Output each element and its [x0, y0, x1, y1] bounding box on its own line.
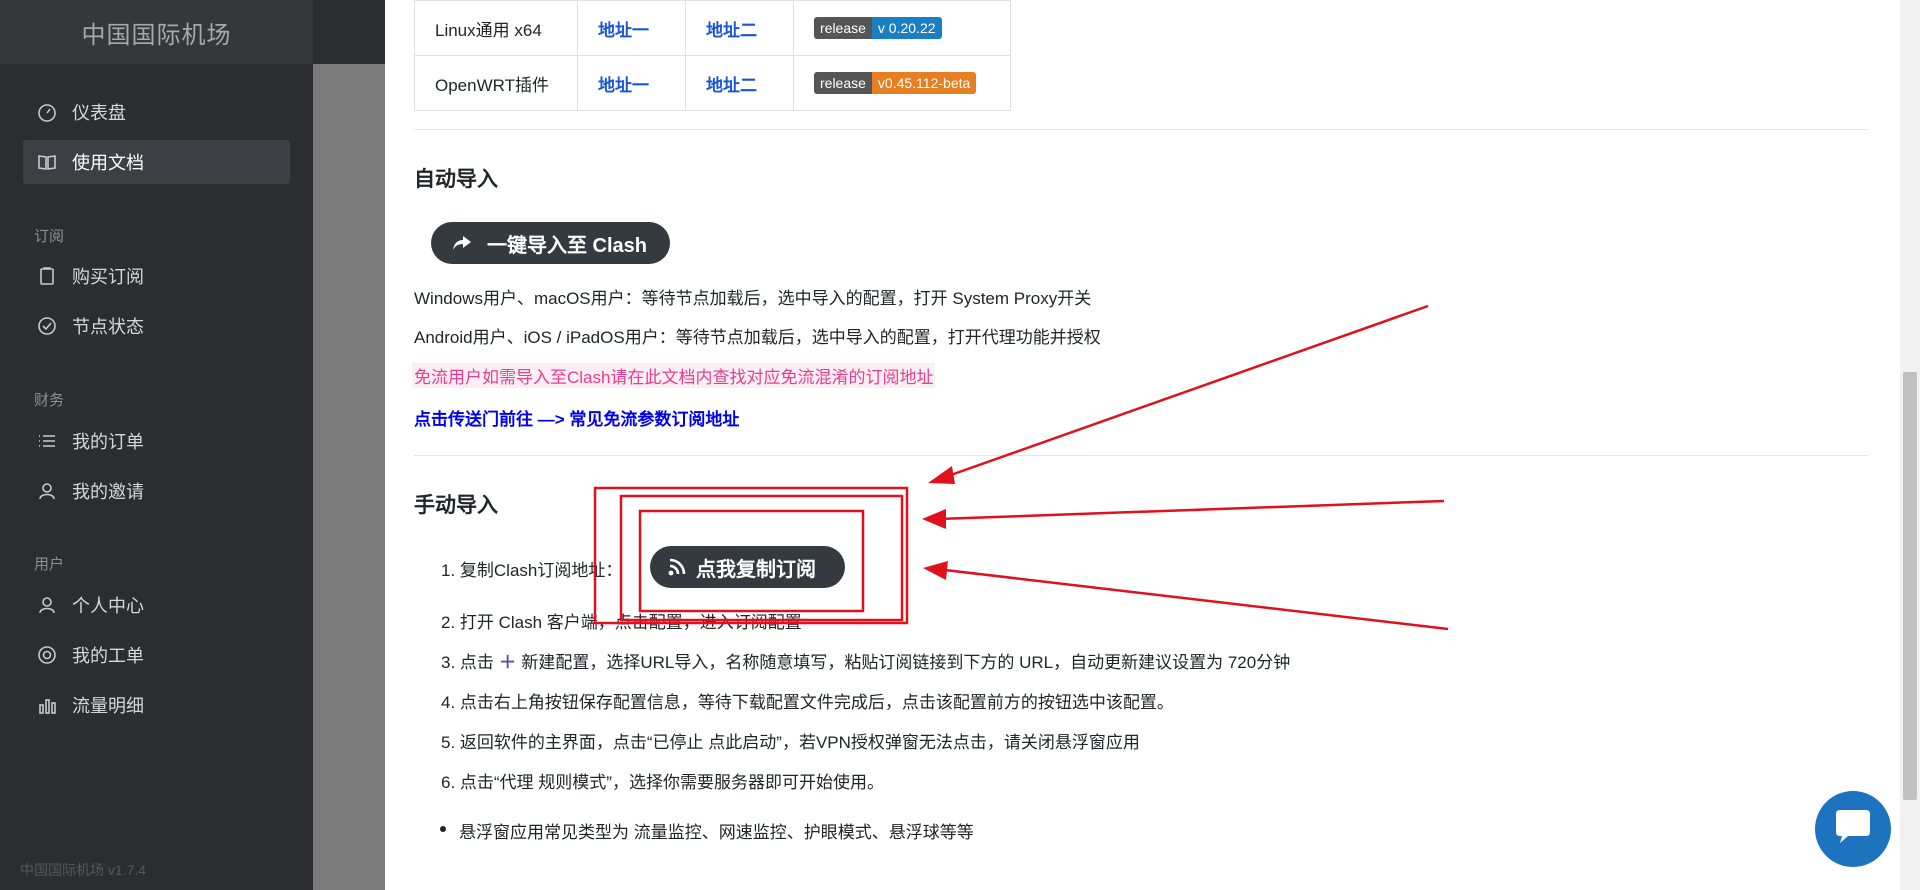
- version-text: 中国国际机场 v1.7.4: [20, 862, 147, 878]
- check-circle-icon: [36, 315, 58, 337]
- sidebar-item-label: 我的邀请: [72, 482, 144, 502]
- section-heading-subscription: 订阅: [34, 228, 65, 245]
- sidebar-item-buy-subscription[interactable]: 购买订阅: [23, 254, 290, 298]
- sidebar-item-label: 流量明细: [72, 696, 144, 716]
- client-name: Linux通用 x64: [414, 0, 578, 56]
- backdrop: [313, 64, 385, 890]
- sidebar-item-label: 我的订单: [72, 432, 144, 452]
- sidebar-item-label: 个人中心: [72, 596, 144, 616]
- rss-icon: [668, 558, 686, 576]
- sidebar-item-tickets[interactable]: 我的工单: [23, 633, 290, 677]
- sidebar-item-label: 节点状态: [72, 317, 144, 337]
- portal-link[interactable]: 点击传送门前往 —> 常见免流参数订阅地址: [414, 405, 739, 430]
- chat-bubble-icon: [1832, 808, 1874, 851]
- book-icon: [36, 151, 58, 173]
- bullet-dot: [440, 826, 446, 832]
- floating-app-note: 悬浮窗应用常见类型为 流量监控、网速监控、护眼模式、悬浮球等等: [459, 823, 974, 842]
- sidebar-item-orders[interactable]: 我的订单: [23, 419, 290, 463]
- release-badge: release v 0.20.22: [814, 17, 942, 39]
- docs-panel: [385, 0, 1900, 890]
- download-link-2[interactable]: 地址二: [706, 76, 757, 95]
- header-bar: [313, 0, 385, 64]
- auto-import-desktop-text: Windows用户、macOS用户：等待节点加载后，选中导入的配置，打开 Sys…: [414, 289, 1092, 308]
- sidebar-item-traffic[interactable]: 流量明细: [23, 683, 290, 727]
- dashboard-icon: [36, 101, 58, 123]
- step-1: 1. 复制Clash订阅地址：: [441, 561, 623, 580]
- step-3: 3. 点击 ＋ 新建配置，选择URL导入，名称随意填写，粘贴订阅链接到下方的 U…: [441, 648, 1290, 673]
- free-traffic-notice: 免流用户如需导入至Clash请在此文档内查找对应免流混淆的订阅地址: [412, 363, 936, 388]
- plus-icon: ＋: [499, 653, 517, 672]
- sidebar-item-label: 购买订阅: [72, 267, 144, 287]
- step-2: 2. 打开 Clash 客户端，点击配置，进入订阅配置: [441, 613, 802, 632]
- divider: [414, 455, 1868, 456]
- user-icon: [36, 594, 58, 616]
- copy-subscription-button[interactable]: 点我复制订阅: [650, 546, 845, 588]
- import-button-label: 一键导入至 Clash: [487, 234, 648, 257]
- sidebar-item-label: 仪表盘: [72, 103, 126, 123]
- sidebar-item-docs[interactable]: 使用文档: [23, 140, 290, 184]
- client-name: OpenWRT插件: [414, 55, 578, 111]
- auto-import-heading: 自动导入: [414, 168, 498, 191]
- users-icon: [36, 480, 58, 502]
- section-heading-finance: 财务: [34, 392, 65, 409]
- list-icon: [36, 430, 58, 452]
- bar-chart-icon: [36, 694, 58, 716]
- download-link-1[interactable]: 地址一: [598, 76, 649, 95]
- step-6: 6. 点击“代理 规则模式”，选择你需要服务器即可开始使用。: [441, 773, 884, 792]
- sidebar-item-dashboard[interactable]: 仪表盘: [23, 90, 290, 134]
- table-row: Linux通用 x64 地址一 地址二 release v 0.20.22: [414, 0, 1011, 56]
- manual-import-heading: 手动导入: [414, 494, 498, 517]
- sidebar-item-invites[interactable]: 我的邀请: [23, 469, 290, 513]
- section-heading-user: 用户: [34, 556, 65, 573]
- sidebar: 中国国际机场 仪表盘 使用文档 订阅 购买订阅 节点状态 财务 我的订单 我的邀…: [0, 0, 313, 890]
- download-link-2[interactable]: 地址二: [706, 21, 757, 40]
- table-row: OpenWRT插件 地址一 地址二 release v0.45.112-beta: [414, 55, 1011, 111]
- import-to-clash-button[interactable]: 一键导入至 Clash: [431, 222, 670, 264]
- copy-button-label: 点我复制订阅: [696, 558, 816, 581]
- share-icon: [451, 233, 473, 253]
- scrollbar-thumb[interactable]: [1903, 372, 1917, 800]
- sidebar-item-label: 我的工单: [72, 646, 144, 666]
- step-5: 5. 返回软件的主界面，点击“已停止 点此启动”，若VPN授权弹窗无法点击，请关…: [441, 733, 1140, 752]
- downloads-table: Linux通用 x64 地址一 地址二 release v 0.20.22 Op…: [414, 0, 1011, 111]
- release-badge: release v0.45.112-beta: [814, 72, 977, 94]
- auto-import-mobile-text: Android用户、iOS / iPadOS用户：等待节点加载后，选中导入的配置…: [414, 328, 1101, 347]
- sidebar-item-node-status[interactable]: 节点状态: [23, 304, 290, 348]
- step-4: 4. 点击右上角按钮保存配置信息，等待下载配置文件完成后，点击该配置前方的按钮选…: [441, 693, 1174, 712]
- divider: [414, 129, 1868, 130]
- download-link-1[interactable]: 地址一: [598, 21, 649, 40]
- support-icon: [36, 644, 58, 666]
- sidebar-item-profile[interactable]: 个人中心: [23, 583, 290, 627]
- clipboard-icon: [36, 265, 58, 287]
- brand-title[interactable]: 中国国际机场: [0, 0, 313, 64]
- chat-button[interactable]: [1815, 791, 1891, 867]
- sidebar-item-label: 使用文档: [72, 153, 144, 173]
